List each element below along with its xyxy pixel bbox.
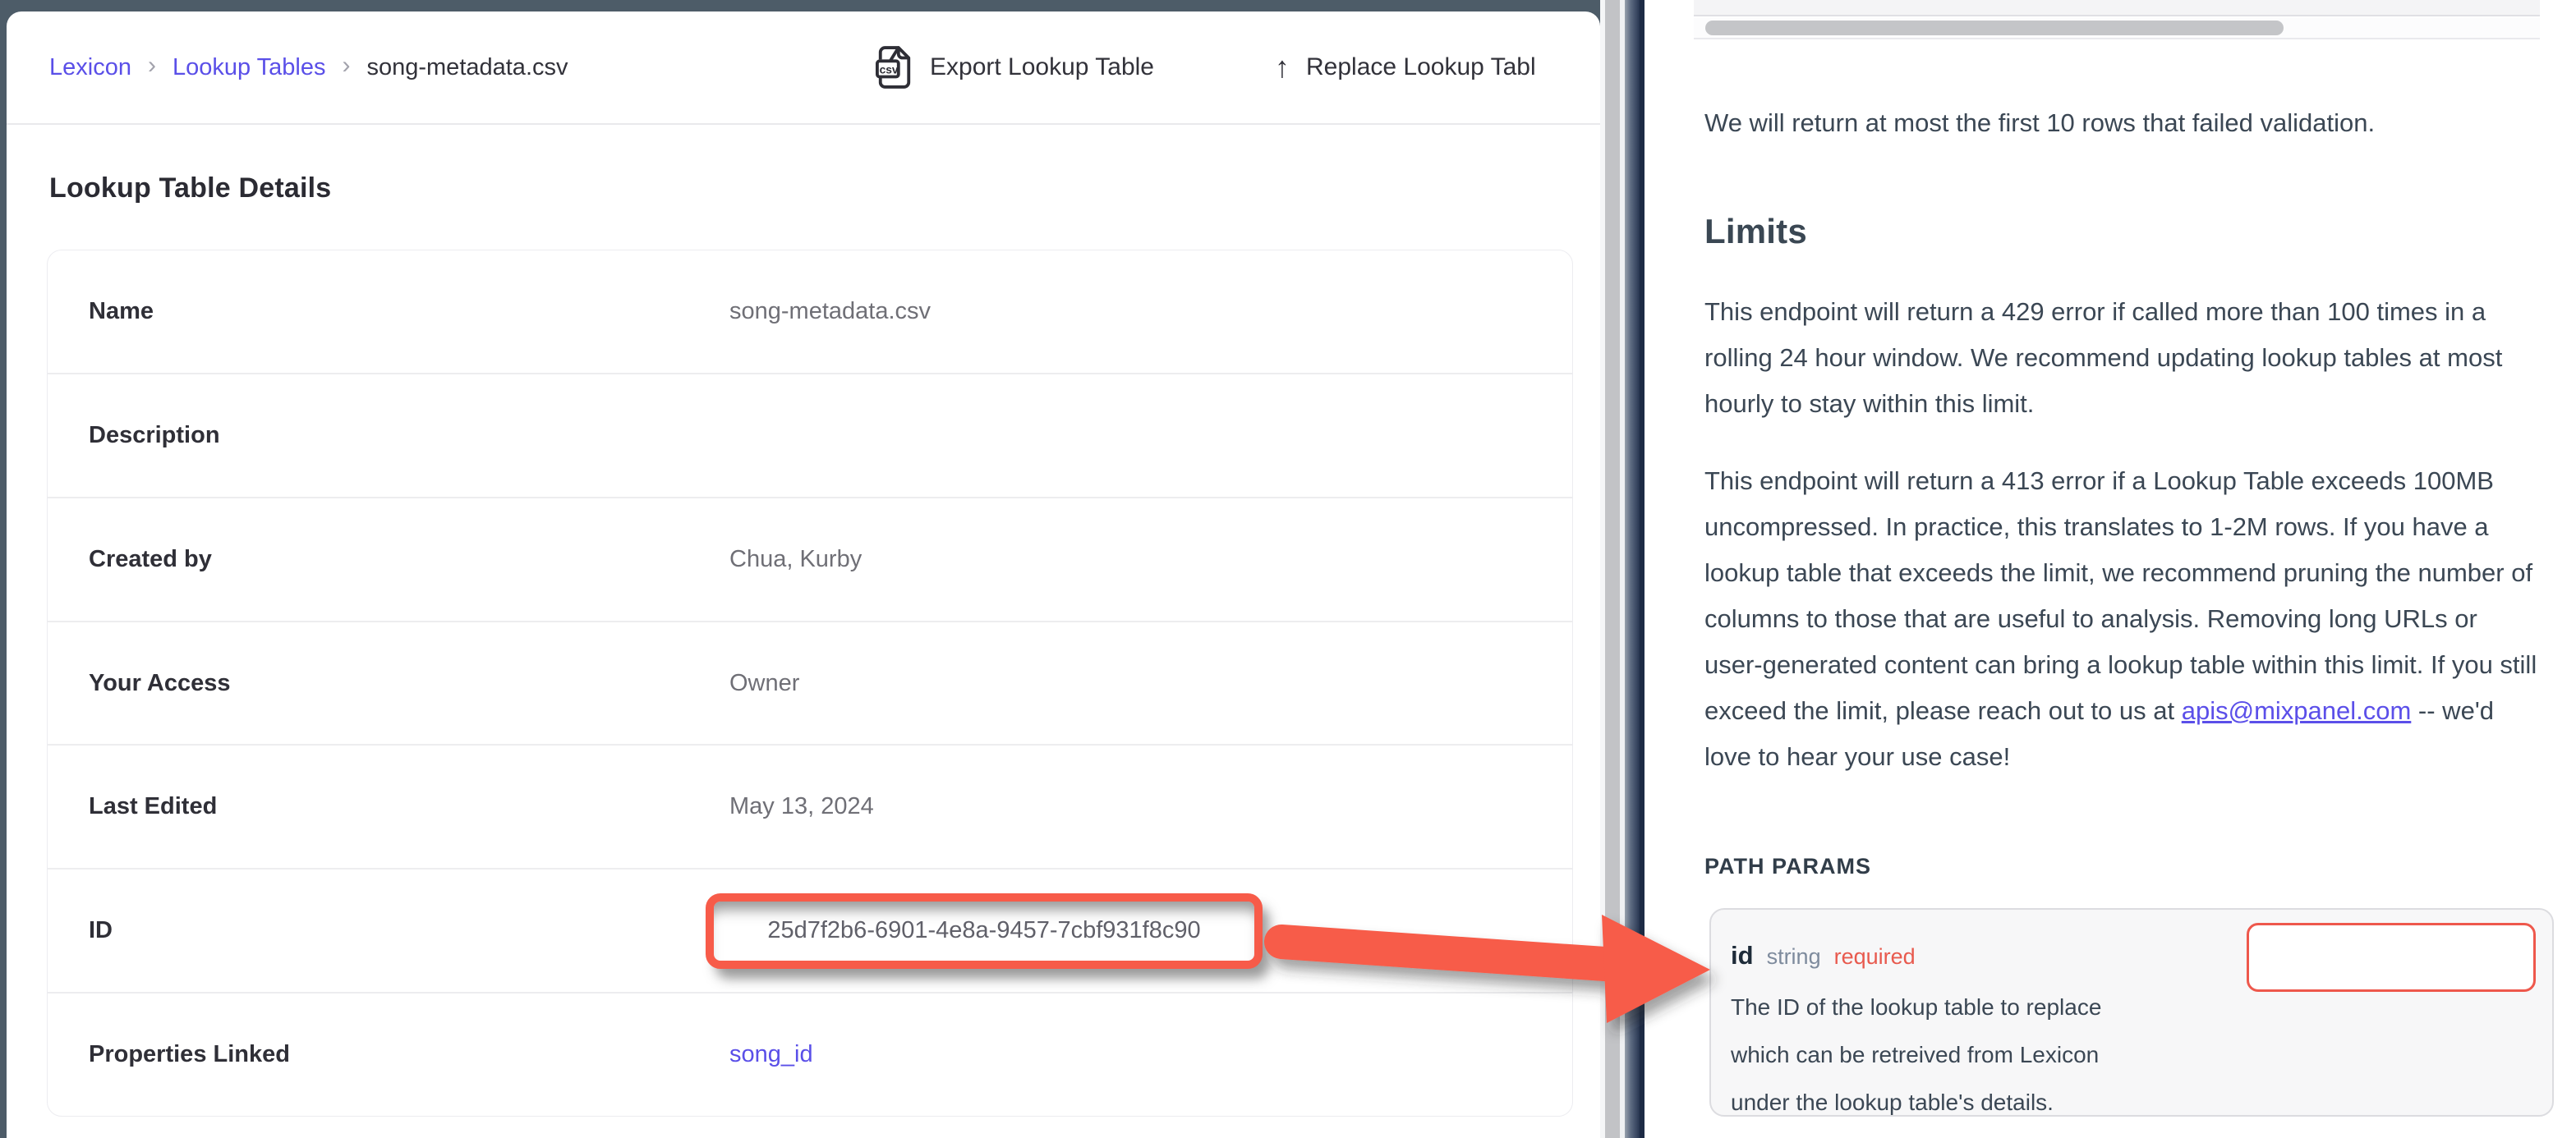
docs-window: We will return at most the first 10 rows…: [1644, 0, 2576, 1138]
mixpanel-email-link[interactable]: apis@mixpanel.com: [2182, 696, 2412, 725]
horizontal-scrollbar-track: [1694, 18, 2540, 39]
param-description-line: The ID of the lookup table to replace: [1731, 984, 2101, 1031]
row-value: song-metadata.csv: [729, 298, 931, 325]
path-param-card: id string required The ID of the lookup …: [1709, 908, 2554, 1117]
svg-text:csv: csv: [880, 63, 899, 76]
row-value: Owner: [729, 670, 799, 697]
param-description-line: under the lookup table's details.: [1731, 1079, 2101, 1127]
path-params-heading: PATH PARAMS: [1704, 854, 1871, 879]
breadcrumb: Lexicon › Lookup Tables › song-metadata.…: [49, 51, 568, 84]
breadcrumb-lookup-tables[interactable]: Lookup Tables: [172, 54, 326, 81]
limits-paragraph-1: This endpoint will return a 429 error if…: [1704, 289, 2542, 427]
lexicon-window: Lexicon › Lookup Tables › song-metadata.…: [7, 11, 1600, 1138]
param-description-line: which can be retreived from Lexicon: [1731, 1031, 2101, 1079]
limits-paragraph-2: This endpoint will return a 413 error if…: [1704, 458, 2542, 780]
row-label: Properties Linked: [89, 1041, 729, 1068]
id-highlight-box: 25d7f2b6-6901-4e8a-9457-7cbf931f8c90: [706, 893, 1263, 969]
table-row-description: Description: [48, 373, 1572, 497]
row-label: Name: [89, 298, 729, 325]
property-link-song-id[interactable]: song_id: [729, 1041, 813, 1068]
lookup-table-details-card: Name song-metadata.csv Description Creat…: [47, 250, 1573, 1117]
lookup-table-id-value: 25d7f2b6-6901-4e8a-9457-7cbf931f8c90: [767, 917, 1200, 944]
row-value: Chua, Kurby: [729, 546, 862, 573]
row-label: Description: [89, 422, 729, 449]
row-label: Last Edited: [89, 793, 729, 820]
chevron-right-icon: ›: [148, 52, 156, 80]
export-lookup-table-button[interactable]: csv Export Lookup Table: [876, 44, 1154, 90]
param-name: id: [1731, 941, 1754, 971]
param-header: id string required: [1731, 941, 1916, 971]
breadcrumb-current-file: song-metadata.csv: [366, 54, 568, 81]
row-label: Your Access: [89, 670, 729, 697]
left-window-scrollbar-thumb[interactable]: [1605, 0, 1620, 1138]
horizontal-scrollbar-thumb[interactable]: [1705, 21, 2284, 35]
param-description: The ID of the lookup table to replace wh…: [1731, 984, 2101, 1127]
page-title: Lookup Table Details: [49, 172, 331, 204]
table-row-created-by: Created by Chua, Kurby: [48, 497, 1572, 621]
table-row-last-edited: Last Edited May 13, 2024: [48, 744, 1572, 868]
param-type: string: [1767, 944, 1821, 970]
header-divider: [7, 123, 1600, 125]
replace-button-label: Replace Lookup Tabl: [1306, 53, 1536, 81]
desktop-background: Lexicon › Lookup Tables › song-metadata.…: [0, 0, 2576, 1138]
limits-paragraph-2-text: This endpoint will return a 413 error if…: [1704, 466, 2537, 725]
breadcrumb-lexicon[interactable]: Lexicon: [49, 54, 131, 81]
id-param-input[interactable]: [2247, 923, 2536, 992]
csv-file-icon: csv: [876, 46, 913, 89]
param-required-badge: required: [1834, 944, 1916, 970]
replace-lookup-table-button[interactable]: ↑ Replace Lookup Tabl: [1275, 44, 1536, 90]
row-value: May 13, 2024: [729, 793, 874, 820]
table-row-properties-linked: Properties Linked song_id: [48, 992, 1572, 1116]
limits-heading: Limits: [1704, 212, 1807, 251]
docs-intro-text: We will return at most the first 10 rows…: [1704, 105, 2539, 141]
export-button-label: Export Lookup Table: [930, 53, 1154, 81]
table-row-your-access: Your Access Owner: [48, 621, 1572, 745]
docs-window-edge: [1625, 0, 1640, 1138]
table-row-id: ID 25d7f2b6-6901-4e8a-9457-7cbf931f8c90: [48, 868, 1572, 992]
row-label: Created by: [89, 546, 729, 573]
chevron-right-icon: ›: [342, 52, 350, 80]
row-label: ID: [89, 917, 729, 944]
upload-arrow-icon: ↑: [1275, 50, 1290, 85]
table-row-name: Name song-metadata.csv: [48, 250, 1572, 373]
code-block-bottom-edge: [1694, 0, 2540, 16]
